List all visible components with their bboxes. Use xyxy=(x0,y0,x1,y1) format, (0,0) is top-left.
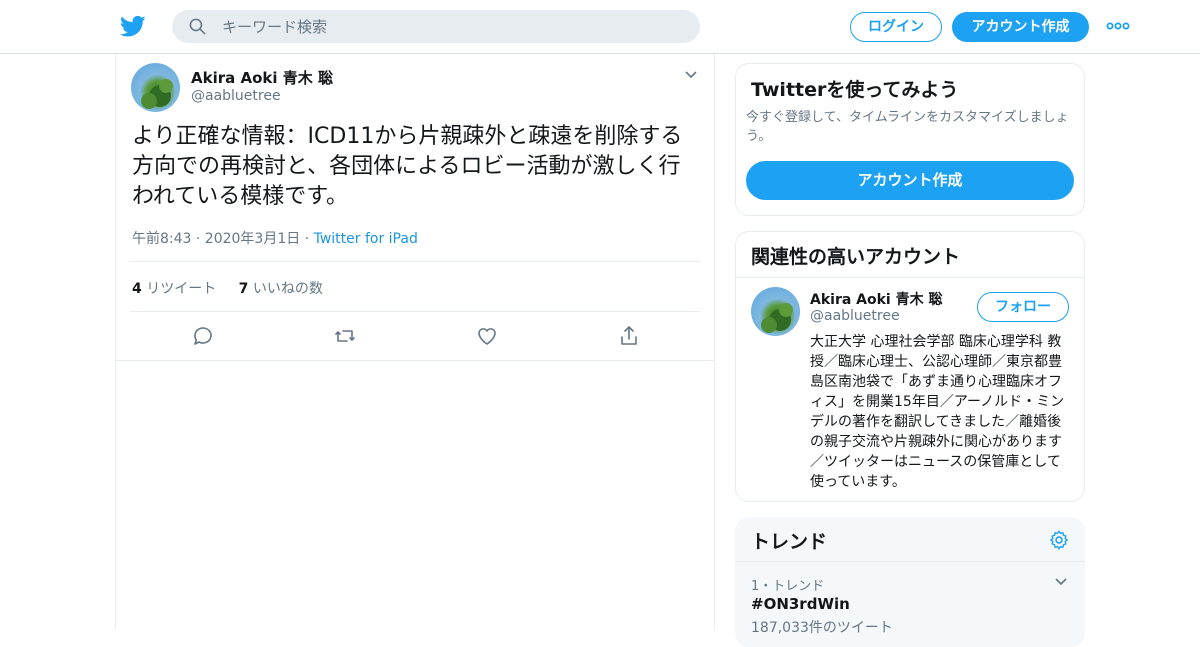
try-twitter-card: Twitterを使ってみよう 今すぐ登録して、タイムラインをカスタマイズしましょ… xyxy=(735,63,1085,216)
tweet-source[interactable]: Twitter for iPad xyxy=(314,231,418,247)
follow-button[interactable]: フォロー xyxy=(977,292,1069,322)
search-icon xyxy=(189,18,206,35)
tweet-actions xyxy=(116,322,714,352)
tweet-column: Akira Aoki 青木 聡 @aabluetree より正確な情報：ICD1… xyxy=(115,54,715,630)
related-title: 関連性の高いアカウント xyxy=(751,246,961,268)
trends-header: トレンド xyxy=(735,517,1085,562)
chevron-down-icon[interactable] xyxy=(1054,575,1068,589)
reply-icon[interactable] xyxy=(191,324,215,348)
tweet-stats: 4 リツイート 7 いいねの数 xyxy=(132,278,323,298)
like-heart-icon[interactable] xyxy=(475,324,499,348)
trend-rank-label: 1・トレンド xyxy=(751,579,825,594)
login-button[interactable]: ログイン xyxy=(850,12,942,42)
divider xyxy=(130,311,700,312)
tweet-text: より正確な情報：ICD11から片親疎外と疎遠を削除する方向での再検討と、各団体に… xyxy=(132,124,683,209)
trends-card: トレンド 1・トレンド #ON3rdWin 187,033件のツイート xyxy=(735,517,1085,647)
try-twitter-subtitle: 今すぐ登録して、タイムラインをカスタマイズしましょう。 xyxy=(746,110,1069,144)
divider xyxy=(736,277,1084,278)
signup-button[interactable]: アカウント作成 xyxy=(952,12,1089,42)
related-accounts-card: 関連性の高いアカウント Akira Aoki 青木 聡 @aabluetree … xyxy=(735,231,1085,502)
trend-name[interactable]: #ON3rdWin xyxy=(751,595,850,613)
author-handle[interactable]: @aabluetree xyxy=(191,88,281,104)
related-account-handle[interactable]: @aabluetree xyxy=(810,308,900,324)
create-account-button[interactable]: アカウント作成 xyxy=(746,161,1074,200)
tweet-time[interactable]: 午前8:43 · 2020年3月1日 · xyxy=(132,231,314,247)
settings-gear-icon[interactable] xyxy=(1048,529,1070,551)
retweet-icon[interactable] xyxy=(333,324,357,348)
twitter-bird-icon[interactable] xyxy=(120,13,146,39)
related-account-bio: 大正大学 心理社会学部 臨床心理学科 教授／臨床心理士、公認心理師／東京都豊島区… xyxy=(810,334,1065,490)
trends-title: トレンド xyxy=(751,531,828,553)
chevron-down-icon[interactable] xyxy=(684,68,698,82)
share-icon[interactable] xyxy=(617,324,641,348)
avatar[interactable] xyxy=(131,63,180,112)
author-name[interactable]: Akira Aoki 青木 聡 xyxy=(191,67,333,88)
try-twitter-title: Twitterを使ってみよう xyxy=(751,79,959,101)
like-stat[interactable]: 7 いいねの数 xyxy=(239,281,323,297)
search-box[interactable] xyxy=(172,10,700,43)
tweet-meta: 午前8:43 · 2020年3月1日 · Twitter for iPad xyxy=(132,228,418,248)
trend-count: 187,033件のツイート xyxy=(751,620,893,636)
related-avatar[interactable] xyxy=(751,287,800,336)
top-bar: ログイン アカウント作成 xyxy=(0,0,1200,54)
tweet-card: Akira Aoki 青木 聡 @aabluetree より正確な情報：ICD1… xyxy=(116,54,714,361)
more-dots-icon[interactable] xyxy=(1106,20,1130,32)
divider xyxy=(130,261,700,262)
search-input[interactable] xyxy=(222,10,682,43)
related-account-name[interactable]: Akira Aoki 青木 聡 xyxy=(810,289,942,309)
retweet-stat[interactable]: 4 リツイート xyxy=(132,281,216,297)
